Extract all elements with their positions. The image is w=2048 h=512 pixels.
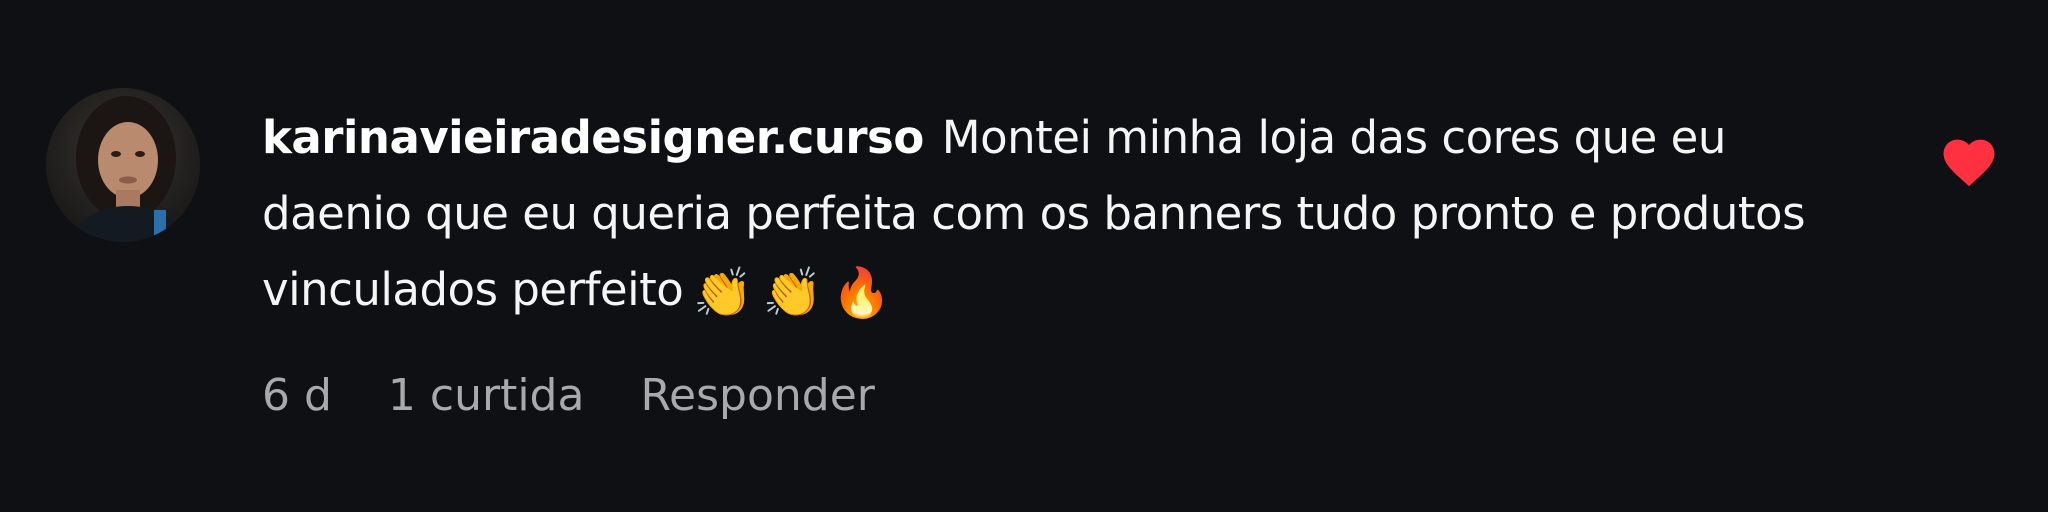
- comment-text: karinavieiradesigner.curso Montei minha l…: [262, 100, 1892, 328]
- comment-username[interactable]: karinavieiradesigner.curso: [262, 111, 924, 164]
- heart-icon-shape: [1943, 139, 1995, 187]
- reply-button[interactable]: Responder: [640, 370, 874, 421]
- comment-age: 6 d: [262, 370, 332, 421]
- comment-line-3: vinculados perfeito: [262, 263, 684, 316]
- fire-emoji: 🔥: [831, 265, 892, 321]
- heart-icon[interactable]: [1938, 132, 2000, 188]
- clapping-hands-emoji: 👏: [693, 265, 753, 321]
- comment-meta: 6 d 1 curtida Responder: [262, 370, 875, 421]
- comment-line-1: Montei minha loja das cores que eu: [941, 111, 1727, 164]
- comment-line-2: daenio que eu queria perfeita com os ban…: [262, 187, 1806, 240]
- avatar-image: [46, 88, 200, 242]
- clapping-hands-emoji: 👏: [762, 265, 823, 321]
- avatar[interactable]: [46, 88, 200, 242]
- comment: karinavieiradesigner.curso Montei minha l…: [0, 0, 2048, 512]
- comment-body: karinavieiradesigner.curso Montei minha l…: [262, 100, 1892, 328]
- comment-like-count[interactable]: 1 curtida: [388, 370, 585, 421]
